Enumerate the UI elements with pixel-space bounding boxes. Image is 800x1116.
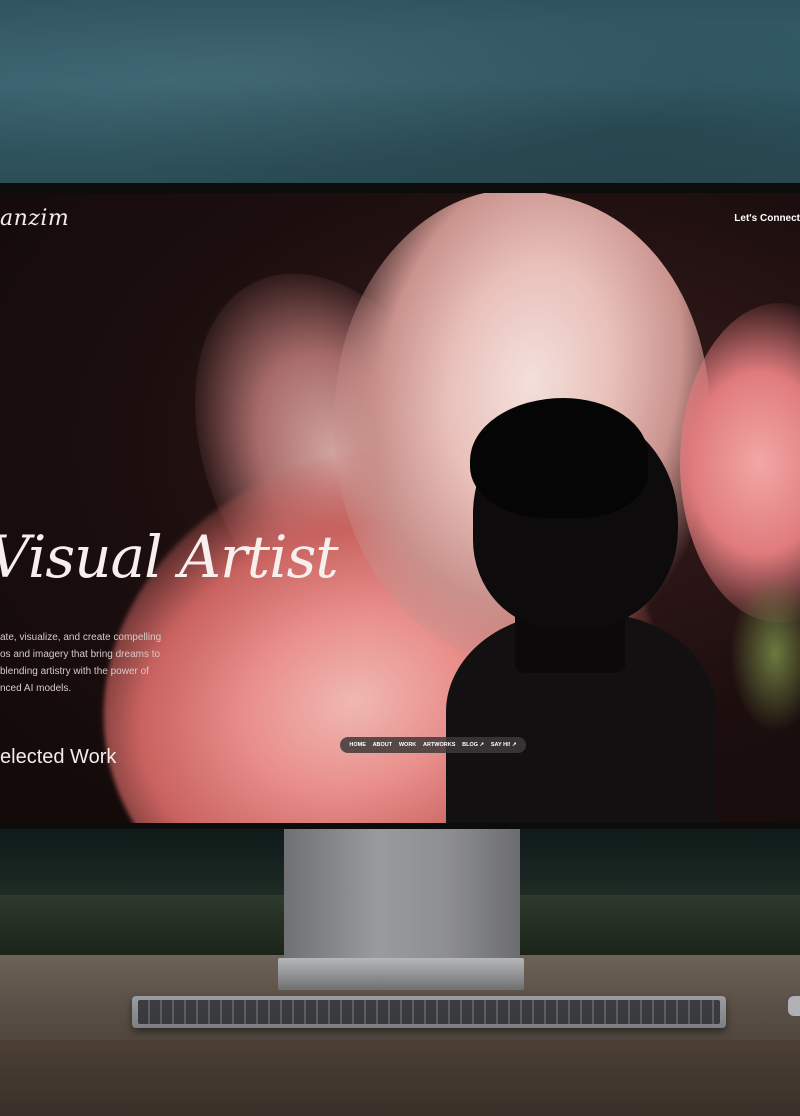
monitor-stand-neck xyxy=(284,826,520,966)
nav-about[interactable]: ABOUT xyxy=(373,742,393,748)
hero-description-line: ate, visualize, and create compelling xyxy=(0,632,162,643)
nav-say-hi[interactable]: SAY HI! ↗ xyxy=(491,742,517,748)
hero-description-line: os and imagery that bring dreams to xyxy=(0,649,161,660)
background-sky xyxy=(0,0,800,186)
keyboard xyxy=(132,996,726,1028)
mouse xyxy=(788,996,800,1016)
hero-title: Visual Artist xyxy=(0,523,339,591)
nav-artworks[interactable]: ARTWORKS xyxy=(423,742,455,748)
portrait-silhouette-hair xyxy=(470,398,648,518)
lets-connect-link[interactable]: Let's Connect xyxy=(734,213,800,224)
website-screen: anzim Let's Connect Visual Artist ate, v… xyxy=(0,193,800,823)
desk-edge xyxy=(0,1040,800,1116)
hero-description: ate, visualize, and create compelling os… xyxy=(0,629,170,697)
monitor-stand-base xyxy=(278,958,524,990)
hero-description-line: blending artistry with the power of xyxy=(0,666,149,677)
nav-work[interactable]: WORK xyxy=(399,742,416,748)
nav-home[interactable]: HOME xyxy=(349,742,366,748)
selected-work-heading: elected Work xyxy=(0,746,117,768)
keyboard-keys xyxy=(138,1000,720,1024)
nav-pill: HOME ABOUT WORK ARTWORKS BLOG ↗ SAY HI! … xyxy=(340,737,526,753)
brand-logo[interactable]: anzim xyxy=(0,206,69,231)
nav-blog[interactable]: BLOG ↗ xyxy=(462,742,484,748)
hero-description-line: nced AI models. xyxy=(0,683,72,694)
